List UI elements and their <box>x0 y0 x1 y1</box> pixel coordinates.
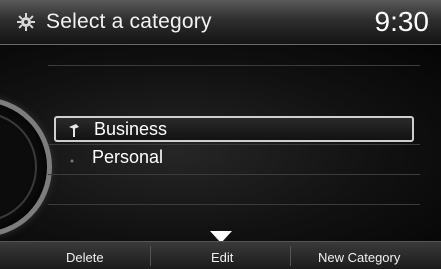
list-divider <box>48 174 420 175</box>
interface-dial-graphic <box>0 97 52 237</box>
list-item-label: Business <box>94 119 168 139</box>
header-bar: Select a category 9:30 <box>0 0 441 45</box>
nav-screen: Select a category 9:30 Business Personal <box>0 0 441 269</box>
edit-button[interactable]: Edit <box>211 250 233 265</box>
page-title: Select a category <box>46 10 212 33</box>
list-item-label: Personal <box>92 147 164 167</box>
gear-icon <box>16 12 36 32</box>
footer-bar: Delete Edit New Category <box>0 241 441 269</box>
list-divider <box>48 144 420 145</box>
list-divider <box>48 204 420 205</box>
list-divider <box>48 65 420 66</box>
footer-divider <box>290 246 291 266</box>
delete-button[interactable]: Delete <box>66 250 104 265</box>
footer-divider <box>150 246 151 266</box>
new-category-button[interactable]: New Category <box>318 250 400 265</box>
list-item-business[interactable]: Business <box>54 116 414 142</box>
pin-icon <box>66 122 82 138</box>
category-list-area: Business Personal <box>0 45 441 241</box>
list-item-personal[interactable]: Personal <box>54 146 414 172</box>
clock: 9:30 <box>374 6 430 37</box>
dot-icon <box>64 150 80 166</box>
